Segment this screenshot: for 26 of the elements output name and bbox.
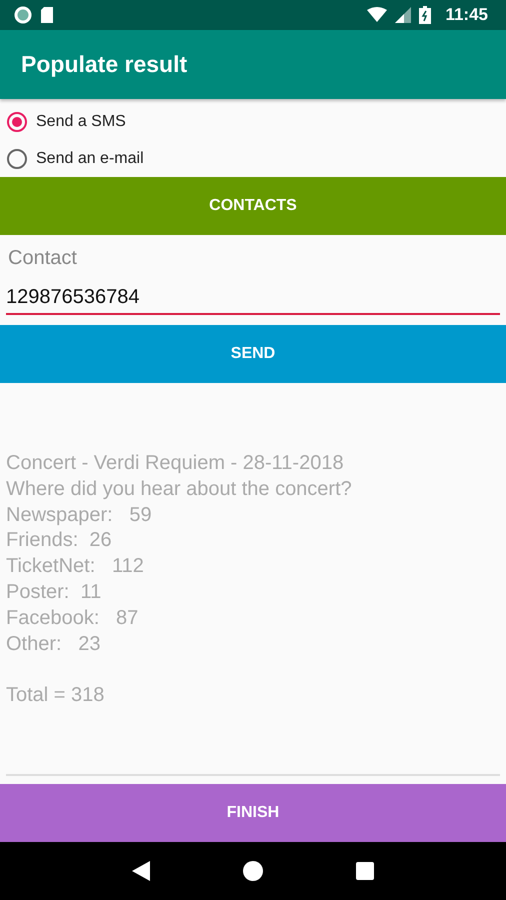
clock-time: 11:45	[445, 5, 488, 25]
result-line: Friends: 26	[6, 528, 113, 554]
radio-option[interactable]: Send an e-mail	[7, 140, 506, 177]
home-icon[interactable]	[242, 861, 263, 881]
sd-card-icon	[40, 6, 54, 24]
result-line: Other: 23	[6, 632, 102, 657]
battery-icon	[419, 6, 432, 24]
circle-icon	[14, 6, 32, 24]
result-line: Where did you hear about the concert?	[6, 476, 353, 502]
wifi-icon	[367, 7, 388, 23]
radio-button[interactable]	[7, 148, 27, 169]
field-label: Contact	[7, 247, 78, 270]
recents-icon[interactable]	[356, 862, 374, 880]
result-line: TicketNet: 112	[6, 554, 145, 580]
signal-icon	[395, 7, 412, 23]
finish-button[interactable]: FINISH	[0, 784, 506, 842]
result-line: Poster: 11	[6, 580, 102, 605]
back-icon[interactable]	[132, 861, 150, 881]
total-line: Total = 318	[6, 683, 106, 708]
result-line: Facebook: 87	[6, 606, 140, 631]
radio-option[interactable]: Send a SMS	[7, 104, 506, 140]
radio-button[interactable]	[7, 112, 27, 132]
screen-title: Populate result	[21, 51, 188, 78]
result-line: Concert - Verdi Requiem - 28-11-2018	[6, 451, 345, 476]
result-line: Newspaper: 59	[6, 502, 153, 528]
input-field[interactable]: 129876536784	[6, 286, 500, 315]
